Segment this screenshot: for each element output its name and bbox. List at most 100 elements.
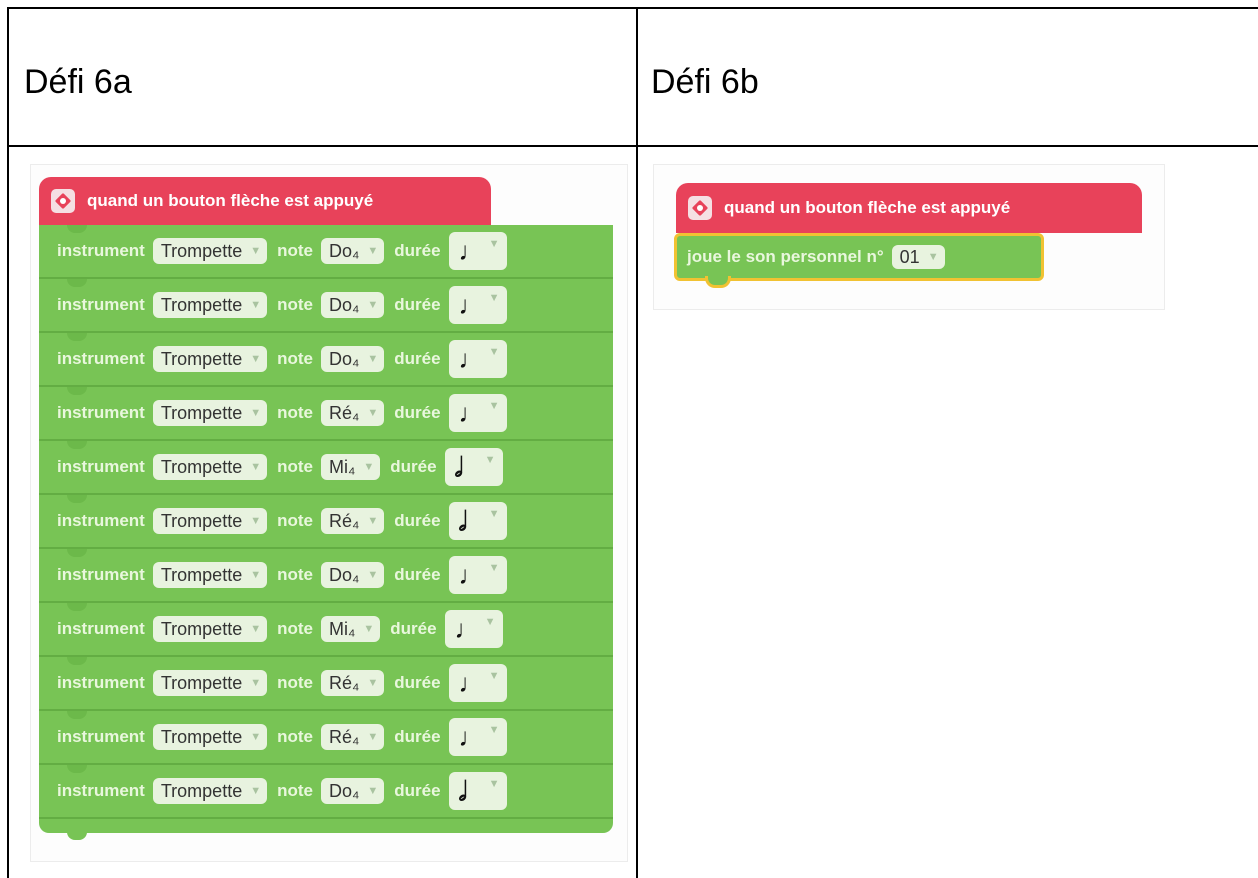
note-duration-icon: 𝅗𝅥 <box>454 452 463 482</box>
event-block-arrow-pressed[interactable]: quand un bouton flèche est appuyé <box>676 183 1142 233</box>
note-value: Ré₄ <box>329 672 360 693</box>
duration-dropdown[interactable]: 𝅗𝅥 ▼ <box>448 772 507 810</box>
duration-label: durée <box>390 457 437 476</box>
duration-dropdown[interactable]: ♩ ▼ <box>448 394 507 432</box>
note-label: note <box>277 781 313 800</box>
instrument-value: Trompette <box>160 348 243 369</box>
chevron-down-icon: ▼ <box>367 785 379 797</box>
instrument-note-block[interactable]: instrument Trompette ▼ note Do₄ ▼ durée 𝅗𝅥 ▼ <box>39 765 613 819</box>
chevron-down-icon: ▼ <box>927 251 939 263</box>
instrument-dropdown[interactable]: Trompette ▼ <box>152 616 268 642</box>
note-dropdown[interactable]: Mi₄ ▼ <box>321 616 381 642</box>
table-column-divider <box>636 7 638 878</box>
instrument-value: Trompette <box>160 726 243 747</box>
note-dropdown[interactable]: Do₄ ▼ <box>321 778 385 804</box>
note-dropdown[interactable]: Do₄ ▼ <box>321 238 385 264</box>
instrument-value: Trompette <box>160 780 243 801</box>
block-notch <box>705 276 731 288</box>
chevron-down-icon: ▼ <box>250 461 262 473</box>
instrument-note-block[interactable]: instrument Trompette ▼ note Mi₄ ▼ durée ♩ ▼ <box>39 603 613 657</box>
note-dropdown[interactable]: Mi₄ ▼ <box>321 454 381 480</box>
duration-dropdown[interactable]: ♩ ▼ <box>448 340 507 378</box>
duration-dropdown[interactable]: ♩ ▼ <box>448 286 507 324</box>
duration-dropdown[interactable]: 𝅗𝅥 ▼ <box>448 502 507 540</box>
note-duration-icon: ♩ <box>458 290 485 320</box>
duration-dropdown[interactable]: 𝅗𝅥 ▼ <box>444 448 503 486</box>
chevron-down-icon: ▼ <box>367 515 379 527</box>
instrument-dropdown[interactable]: Trompette ▼ <box>152 238 268 264</box>
instrument-dropdown[interactable]: Trompette ▼ <box>152 562 268 588</box>
chevron-down-icon: ▼ <box>488 670 500 682</box>
instrument-note-block[interactable]: instrument Trompette ▼ note Do₄ ▼ durée ♩ ▼ <box>39 279 613 333</box>
event-block-arrow-pressed[interactable]: quand un bouton flèche est appuyé <box>39 177 491 233</box>
play-custom-sound-block[interactable]: joue le son personnel n° 01 ▼ <box>674 233 1044 288</box>
note-duration-icon: ♩ <box>458 398 485 428</box>
note-label: note <box>277 295 313 314</box>
instrument-note-block[interactable]: instrument Trompette ▼ note Ré₄ ▼ durée ♩ ▼ <box>39 711 613 765</box>
instrument-dropdown[interactable]: Trompette ▼ <box>152 778 268 804</box>
duration-dropdown[interactable]: ♩ ▼ <box>448 664 507 702</box>
note-dropdown[interactable]: Do₄ ▼ <box>321 346 385 372</box>
event-block-label: quand un bouton flèche est appuyé <box>724 198 1011 217</box>
block-notch <box>67 279 87 287</box>
instrument-dropdown[interactable]: Trompette ▼ <box>152 508 268 534</box>
chevron-down-icon: ▼ <box>250 677 262 689</box>
note-dropdown[interactable]: Do₄ ▼ <box>321 562 385 588</box>
chevron-down-icon: ▼ <box>488 292 500 304</box>
chevron-down-icon: ▼ <box>367 569 379 581</box>
duration-dropdown[interactable]: ♩ ▼ <box>448 232 507 270</box>
duration-dropdown[interactable]: ♩ ▼ <box>448 556 507 594</box>
chevron-down-icon: ▼ <box>488 400 500 412</box>
instrument-dropdown[interactable]: Trompette ▼ <box>152 346 268 372</box>
instrument-dropdown[interactable]: Trompette ▼ <box>152 292 268 318</box>
instrument-dropdown[interactable]: Trompette ▼ <box>152 454 268 480</box>
instrument-label: instrument <box>57 295 145 314</box>
note-dropdown[interactable]: Do₄ ▼ <box>321 292 385 318</box>
note-dropdown[interactable]: Ré₄ ▼ <box>321 508 385 534</box>
chevron-down-icon: ▼ <box>250 731 262 743</box>
sound-number-dropdown[interactable]: 01 ▼ <box>891 245 945 269</box>
arrow-pad-icon <box>688 196 712 220</box>
instrument-value: Trompette <box>160 510 243 531</box>
instrument-dropdown[interactable]: Trompette ▼ <box>152 400 268 426</box>
instrument-note-block[interactable]: instrument Trompette ▼ note Mi₄ ▼ durée 𝅗𝅥 ▼ <box>39 441 613 495</box>
note-duration-icon: ♩ <box>458 236 485 266</box>
duration-dropdown[interactable]: ♩ ▼ <box>444 610 503 648</box>
page: Défi 6a Défi 6b quand un bouton flèche e… <box>0 0 1258 878</box>
instrument-label: instrument <box>57 457 145 476</box>
note-label: note <box>277 619 313 638</box>
instrument-label: instrument <box>57 781 145 800</box>
blocks-workspace-defi-6a[interactable]: quand un bouton flèche est appuyé instru… <box>30 164 628 862</box>
note-value: Mi₄ <box>329 456 356 477</box>
instrument-value: Trompette <box>160 564 243 585</box>
instrument-note-block[interactable]: instrument Trompette ▼ note Do₄ ▼ durée ♩ ▼ <box>39 225 613 279</box>
note-duration-icon: ♩ <box>458 344 485 374</box>
note-duration-icon: ♩ <box>454 614 481 644</box>
chevron-down-icon: ▼ <box>367 299 379 311</box>
instrument-note-block[interactable]: instrument Trompette ▼ note Ré₄ ▼ durée ♩ ▼ <box>39 387 613 441</box>
instrument-label: instrument <box>57 349 145 368</box>
instrument-note-block[interactable]: instrument Trompette ▼ note Do₄ ▼ durée ♩ ▼ <box>39 549 613 603</box>
sound-number-value: 01 <box>899 246 920 267</box>
instrument-dropdown[interactable]: Trompette ▼ <box>152 724 268 750</box>
block-notch <box>67 495 87 503</box>
block-notch <box>67 441 87 449</box>
instrument-note-block[interactable]: instrument Trompette ▼ note Ré₄ ▼ durée 𝅗𝅥 ▼ <box>39 495 613 549</box>
instrument-value: Trompette <box>160 618 243 639</box>
note-dropdown[interactable]: Ré₄ ▼ <box>321 670 385 696</box>
block-notch <box>67 333 87 341</box>
table-header-divider <box>7 145 1258 147</box>
instrument-note-block[interactable]: instrument Trompette ▼ note Do₄ ▼ durée ♩ ▼ <box>39 333 613 387</box>
chevron-down-icon: ▼ <box>363 461 375 473</box>
note-dropdown[interactable]: Ré₄ ▼ <box>321 724 385 750</box>
instrument-note-block[interactable]: instrument Trompette ▼ note Ré₄ ▼ durée ♩ ▼ <box>39 657 613 711</box>
blocks-workspace-defi-6b[interactable]: quand un bouton flèche est appuyé joue l… <box>653 164 1165 310</box>
note-value: Mi₄ <box>329 618 356 639</box>
note-label: note <box>277 565 313 584</box>
chevron-down-icon: ▼ <box>250 353 262 365</box>
instrument-dropdown[interactable]: Trompette ▼ <box>152 670 268 696</box>
duration-label: durée <box>394 295 441 314</box>
duration-dropdown[interactable]: ♩ ▼ <box>448 718 507 756</box>
note-duration-icon: ♩ <box>458 560 485 590</box>
note-dropdown[interactable]: Ré₄ ▼ <box>321 400 385 426</box>
